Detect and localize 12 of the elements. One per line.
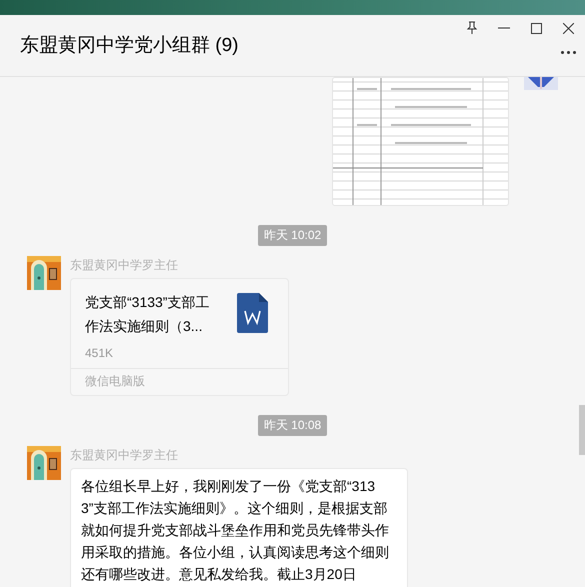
sender-name: 东盟黄冈中学罗主任 bbox=[70, 447, 178, 464]
scrollbar[interactable] bbox=[579, 405, 585, 455]
source-label: 微信电脑版 bbox=[71, 368, 288, 395]
file-name: 党支部“3133”支部工作法实施细则（3... bbox=[85, 293, 210, 336]
window-title: 东盟黄冈中学党小组群 (9) bbox=[20, 34, 238, 58]
message-text: 各位组长早上好，我刚刚发了一份《党支部“3133”支部工作法实施细则》。这个细则，是根据支部就如何提升党支部战斗堡垒作用和党员先锋带头作用采取的措施。各位小组，认真阅读思考这个细则还有哪些改进。意见私发给我。截止3月20日 bbox=[70, 468, 408, 587]
file-size: 451K bbox=[84, 346, 114, 362]
timestamp: 昨天 10:02 bbox=[258, 225, 328, 246]
file-card[interactable]: 党支部“3133”支部工作法实施细则（3... 451K 微信电脑版 bbox=[70, 278, 289, 396]
timestamp: 昨天 10:08 bbox=[258, 415, 328, 436]
sender-name: 东盟黄冈中学罗主任 bbox=[70, 257, 178, 274]
word-file-icon bbox=[237, 293, 268, 333]
